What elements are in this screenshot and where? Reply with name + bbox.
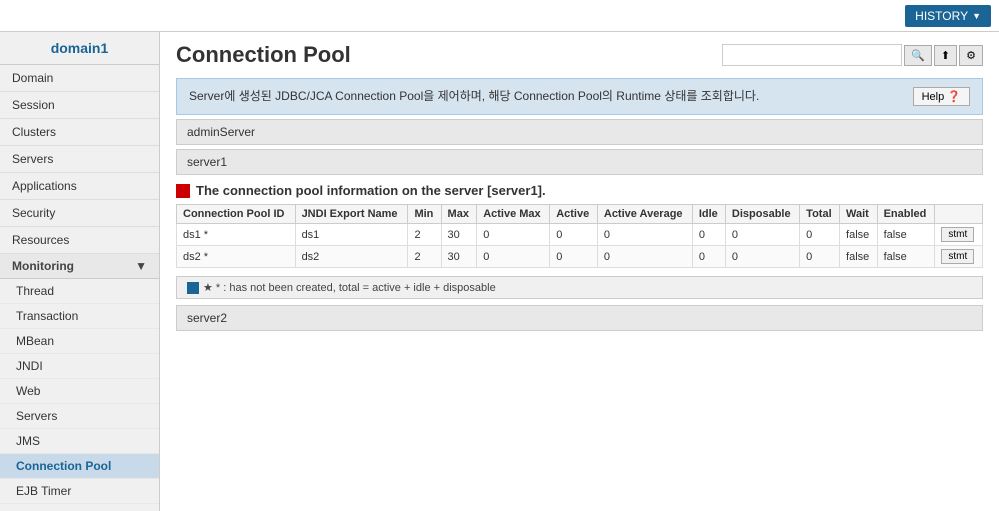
cell-jndi: ds1 (295, 224, 408, 246)
search-button[interactable]: 🔍 (904, 45, 932, 66)
col-jndi: JNDI Export Name (295, 205, 408, 224)
col-min: Min (408, 205, 441, 224)
sidebar-sub-system-info[interactable]: System Info (0, 504, 159, 511)
sidebar-sub-connection-pool[interactable]: Connection Pool (0, 454, 159, 479)
sidebar-sub-servers-mon[interactable]: Servers (0, 404, 159, 429)
sidebar: domain1 Domain Session Clusters Servers … (0, 32, 160, 511)
cell-active-avg: 0 (597, 224, 692, 246)
info-box: Server에 생성된 JDBC/JCA Connection Pool을 제어… (176, 78, 983, 115)
info-text: Server에 생성된 JDBC/JCA Connection Pool을 제어… (189, 87, 759, 104)
col-id: Connection Pool ID (177, 205, 296, 224)
sidebar-sub-ejb-timer[interactable]: EJB Timer (0, 479, 159, 504)
sidebar-sub-jms[interactable]: JMS (0, 429, 159, 454)
settings-button[interactable]: ⚙ (959, 45, 983, 66)
cell-stmt[interactable]: stmt (935, 246, 983, 268)
sidebar-sub-web[interactable]: Web (0, 379, 159, 404)
col-max: Max (441, 205, 477, 224)
col-total: Total (800, 205, 840, 224)
cell-disposable: 0 (725, 246, 799, 268)
table-section: The connection pool information on the s… (176, 183, 983, 268)
table-title-text: The connection pool information on the s… (196, 183, 546, 198)
stmt-button[interactable]: stmt (941, 227, 974, 242)
search-bar: 🔍 ⬆ ⚙ (722, 44, 983, 66)
sidebar-item-resources[interactable]: Resources (0, 227, 159, 254)
server-row-server2[interactable]: server2 (176, 305, 983, 331)
note-box: ★ * : has not been created, total = acti… (176, 276, 983, 299)
cell-enabled: false (877, 246, 935, 268)
cell-total: 0 (800, 224, 840, 246)
cell-active-max: 0 (477, 246, 550, 268)
cell-active: 0 (550, 224, 598, 246)
server-row-server1[interactable]: server1 (176, 149, 983, 175)
cell-wait: false (840, 246, 878, 268)
col-active-avg: Active Average (597, 205, 692, 224)
table-title: The connection pool information on the s… (176, 183, 983, 198)
cell-min: 2 (408, 246, 441, 268)
sidebar-sub-mbean[interactable]: MBean (0, 329, 159, 354)
col-wait: Wait (840, 205, 878, 224)
connection-pool-table: Connection Pool ID JNDI Export Name Min … (176, 204, 983, 268)
table-header-row: Connection Pool ID JNDI Export Name Min … (177, 205, 983, 224)
sidebar-item-session[interactable]: Session (0, 92, 159, 119)
cell-max: 30 (441, 224, 477, 246)
col-action (935, 205, 983, 224)
sidebar-item-clusters[interactable]: Clusters (0, 119, 159, 146)
table-row: ds1 * ds1 2 30 0 0 0 0 0 0 false false s… (177, 224, 983, 246)
sidebar-item-security[interactable]: Security (0, 200, 159, 227)
sidebar-item-applications[interactable]: Applications (0, 173, 159, 200)
cell-max: 30 (441, 246, 477, 268)
col-active: Active (550, 205, 598, 224)
cell-jndi: ds2 (295, 246, 408, 268)
cell-idle: 0 (692, 246, 725, 268)
stmt-button[interactable]: stmt (941, 249, 974, 264)
table-row: ds2 * ds2 2 30 0 0 0 0 0 0 false false s… (177, 246, 983, 268)
cell-id: ds1 * (177, 224, 296, 246)
monitoring-arrow: ▼ (135, 259, 147, 273)
table-title-icon (176, 184, 190, 198)
col-enabled: Enabled (877, 205, 935, 224)
note-icon (187, 282, 199, 294)
col-disposable: Disposable (725, 205, 799, 224)
server-row-adminserver[interactable]: adminServer (176, 119, 983, 145)
sidebar-monitoring-section[interactable]: Monitoring ▼ (0, 254, 159, 279)
sidebar-logo[interactable]: domain1 (0, 32, 159, 65)
cell-disposable: 0 (725, 224, 799, 246)
cell-wait: false (840, 224, 878, 246)
history-arrow: ▼ (972, 11, 981, 21)
cell-idle: 0 (692, 224, 725, 246)
sidebar-item-domain[interactable]: Domain (0, 65, 159, 92)
layout: domain1 Domain Session Clusters Servers … (0, 32, 999, 511)
sidebar-sub-thread[interactable]: Thread (0, 279, 159, 304)
history-button[interactable]: HISTORY ▼ (905, 5, 991, 27)
main-header: Connection Pool 🔍 ⬆ ⚙ (160, 32, 999, 74)
page-title: Connection Pool (176, 42, 351, 68)
sidebar-sub-jndi[interactable]: JNDI (0, 354, 159, 379)
cell-active: 0 (550, 246, 598, 268)
help-button[interactable]: Help ❓ (913, 87, 970, 106)
sidebar-item-servers[interactable]: Servers (0, 146, 159, 173)
cell-min: 2 (408, 224, 441, 246)
cell-total: 0 (800, 246, 840, 268)
main-content: Connection Pool 🔍 ⬆ ⚙ Server에 생성된 JDBC/J… (160, 32, 999, 511)
export-button[interactable]: ⬆ (934, 45, 957, 66)
col-idle: Idle (692, 205, 725, 224)
cell-stmt[interactable]: stmt (935, 224, 983, 246)
cell-active-max: 0 (477, 224, 550, 246)
note-text: ★ * : has not been created, total = acti… (203, 281, 496, 294)
search-input[interactable] (722, 44, 902, 66)
col-active-max: Active Max (477, 205, 550, 224)
history-label: HISTORY (915, 9, 968, 23)
sidebar-sub-transaction[interactable]: Transaction (0, 304, 159, 329)
cell-active-avg: 0 (597, 246, 692, 268)
cell-enabled: false (877, 224, 935, 246)
cell-id: ds2 * (177, 246, 296, 268)
top-bar: HISTORY ▼ (0, 0, 999, 32)
monitoring-label: Monitoring (12, 259, 74, 273)
